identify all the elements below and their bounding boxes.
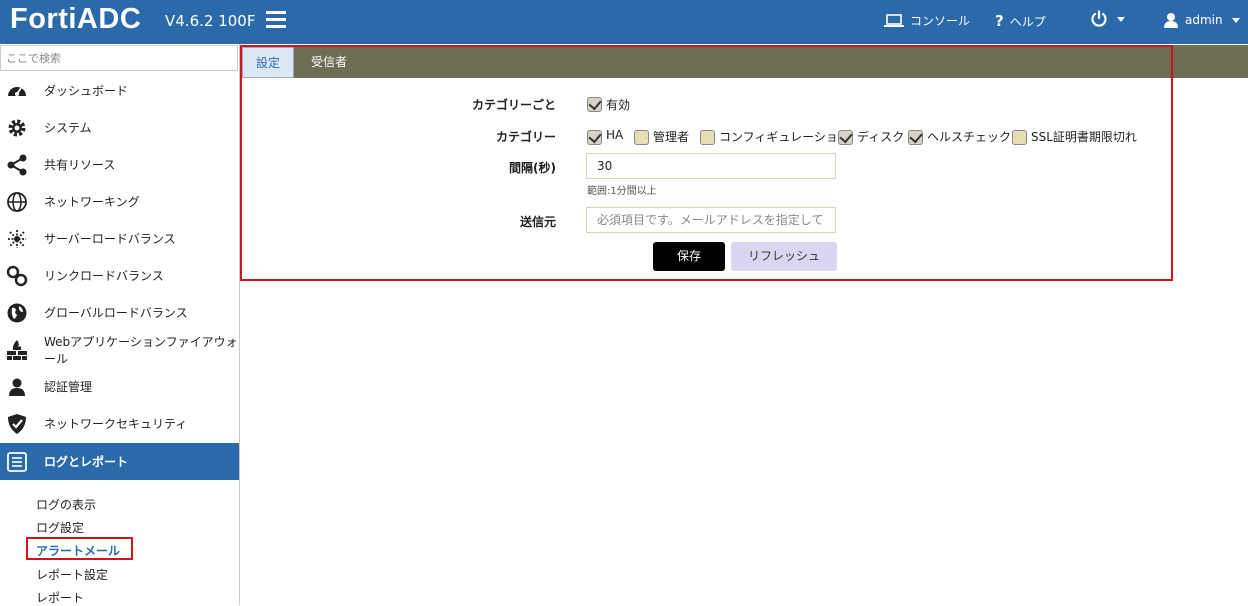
dashboard-icon bbox=[8, 87, 26, 96]
category-label: カテゴリー bbox=[495, 130, 556, 144]
sub-item-alert-mail[interactable]: アラートメール bbox=[36, 542, 120, 559]
globe-icon bbox=[7, 192, 27, 212]
sidebar-item-dashboard[interactable]: ダッシュボード bbox=[0, 72, 239, 109]
power-menu[interactable] bbox=[1090, 10, 1125, 28]
power-icon bbox=[1091, 10, 1107, 27]
refresh-button[interactable]: リフレッシュ bbox=[731, 242, 837, 271]
sidebar-item-label: ネットワーキング bbox=[44, 195, 140, 209]
sidebar-item-label: システム bbox=[44, 121, 92, 135]
help-label: ヘルプ bbox=[1009, 14, 1046, 29]
category-admin-checkbox[interactable] bbox=[634, 130, 649, 145]
by-category-label: カテゴリーごと bbox=[471, 98, 556, 112]
firewall-icon bbox=[7, 340, 27, 360]
user-label: admin bbox=[1185, 13, 1223, 27]
sub-item-report[interactable]: レポート bbox=[36, 589, 84, 606]
console-button[interactable]: コンソール bbox=[884, 12, 970, 29]
category-ha-label: HA bbox=[606, 128, 624, 142]
category-config-label: コンフィギュレーション bbox=[719, 130, 850, 144]
laptop-icon bbox=[884, 13, 904, 27]
interval-input[interactable] bbox=[586, 153, 836, 179]
category-ssl-expiry-checkbox[interactable] bbox=[1012, 130, 1027, 145]
sidebar-item-system[interactable]: システム bbox=[0, 109, 239, 146]
category-healthcheck-label: ヘルスチェック bbox=[927, 130, 1012, 144]
sidebar-item-label: サーバーロードバランス bbox=[44, 232, 176, 246]
version-label: V4.6.2 100F bbox=[165, 12, 256, 30]
sidebar-item-shared-resources[interactable]: 共有リソース bbox=[0, 146, 239, 183]
sub-item-report-settings[interactable]: レポート設定 bbox=[36, 566, 108, 583]
sidebar-item-link-load-balance[interactable]: リンクロードバランス bbox=[0, 257, 239, 294]
tab-recipients[interactable]: 受信者 bbox=[299, 47, 359, 78]
sidebar-item-authentication[interactable]: 認証管理 bbox=[0, 368, 239, 405]
sidebar-item-log-report[interactable]: ログとレポート bbox=[0, 443, 239, 480]
top-bar: FortiADC V4.6.2 100F コンソール ? ヘルプ admin bbox=[0, 0, 1248, 44]
user-icon bbox=[1164, 13, 1178, 28]
sidebar: ダッシュボード システム 共有リソース ネットワーキング サーバーロードバランス… bbox=[0, 44, 240, 605]
sidebar-item-label: ネットワークセキュリティ bbox=[44, 417, 188, 431]
chevron-down-icon bbox=[1117, 16, 1125, 22]
enabled-checkbox[interactable] bbox=[587, 97, 602, 112]
interval-hint: 範囲:1分間以上 bbox=[587, 186, 657, 197]
tab-bar: 設定 受信者 bbox=[241, 45, 1248, 78]
sender-label: 送信元 bbox=[519, 215, 556, 229]
sidebar-item-label: 共有リソース bbox=[44, 158, 116, 172]
user-icon bbox=[9, 378, 25, 396]
category-config-checkbox[interactable] bbox=[700, 130, 715, 145]
sidebar-item-global-load-balance[interactable]: グローバルロードバランス bbox=[0, 294, 239, 331]
chevron-down-icon bbox=[1231, 17, 1240, 23]
share-icon bbox=[7, 154, 27, 176]
sidebar-item-label: Webアプリケーションファイアウォール bbox=[44, 334, 238, 366]
search-input[interactable] bbox=[0, 45, 238, 71]
sidebar-item-label: ログとレポート bbox=[44, 455, 129, 469]
console-label: コンソール bbox=[910, 14, 971, 28]
tab-settings[interactable]: 設定 bbox=[242, 47, 294, 78]
save-button[interactable]: 保存 bbox=[653, 242, 725, 271]
sub-item-log-settings[interactable]: ログ設定 bbox=[36, 519, 84, 536]
link-icon bbox=[6, 265, 28, 287]
sidebar-item-network-security[interactable]: ネットワークセキュリティ bbox=[0, 405, 239, 442]
category-ssl-expiry-label: SSL証明書期限切れ bbox=[1031, 130, 1137, 144]
sidebar-item-label: ダッシュボード bbox=[44, 84, 129, 98]
shield-icon bbox=[8, 414, 26, 434]
sidebar-item-label: 認証管理 bbox=[44, 380, 93, 394]
sub-item-log-view[interactable]: ログの表示 bbox=[36, 496, 96, 513]
category-healthcheck-checkbox[interactable] bbox=[908, 130, 923, 145]
sidebar-item-waf[interactable]: Webアプリケーションファイアウォール bbox=[0, 331, 239, 368]
app-logo: FortiADC bbox=[10, 3, 142, 35]
sender-email-input[interactable] bbox=[586, 207, 836, 233]
interval-label: 間隔(秒) bbox=[509, 161, 556, 175]
list-icon bbox=[7, 452, 27, 472]
sidebar-item-server-load-balance[interactable]: サーバーロードバランス bbox=[0, 220, 239, 257]
server-lb-icon bbox=[8, 230, 26, 248]
category-disk-checkbox[interactable] bbox=[838, 130, 853, 145]
category-ha-checkbox[interactable] bbox=[587, 130, 602, 145]
sidebar-item-label: リンクロードバランス bbox=[44, 269, 164, 283]
category-admin-label: 管理者 bbox=[653, 130, 690, 144]
gear-icon bbox=[8, 119, 26, 137]
help-button[interactable]: ? ヘルプ bbox=[995, 12, 1046, 30]
sidebar-item-label: グローバルロードバランス bbox=[44, 306, 188, 320]
enabled-label: 有効 bbox=[606, 98, 631, 112]
question-icon: ? bbox=[995, 12, 1004, 30]
category-disk-label: ディスク bbox=[857, 130, 905, 144]
user-menu[interactable]: admin bbox=[1163, 12, 1240, 28]
world-icon bbox=[7, 303, 27, 323]
hamburger-menu-icon[interactable] bbox=[266, 11, 286, 31]
sidebar-item-networking[interactable]: ネットワーキング bbox=[0, 183, 239, 220]
